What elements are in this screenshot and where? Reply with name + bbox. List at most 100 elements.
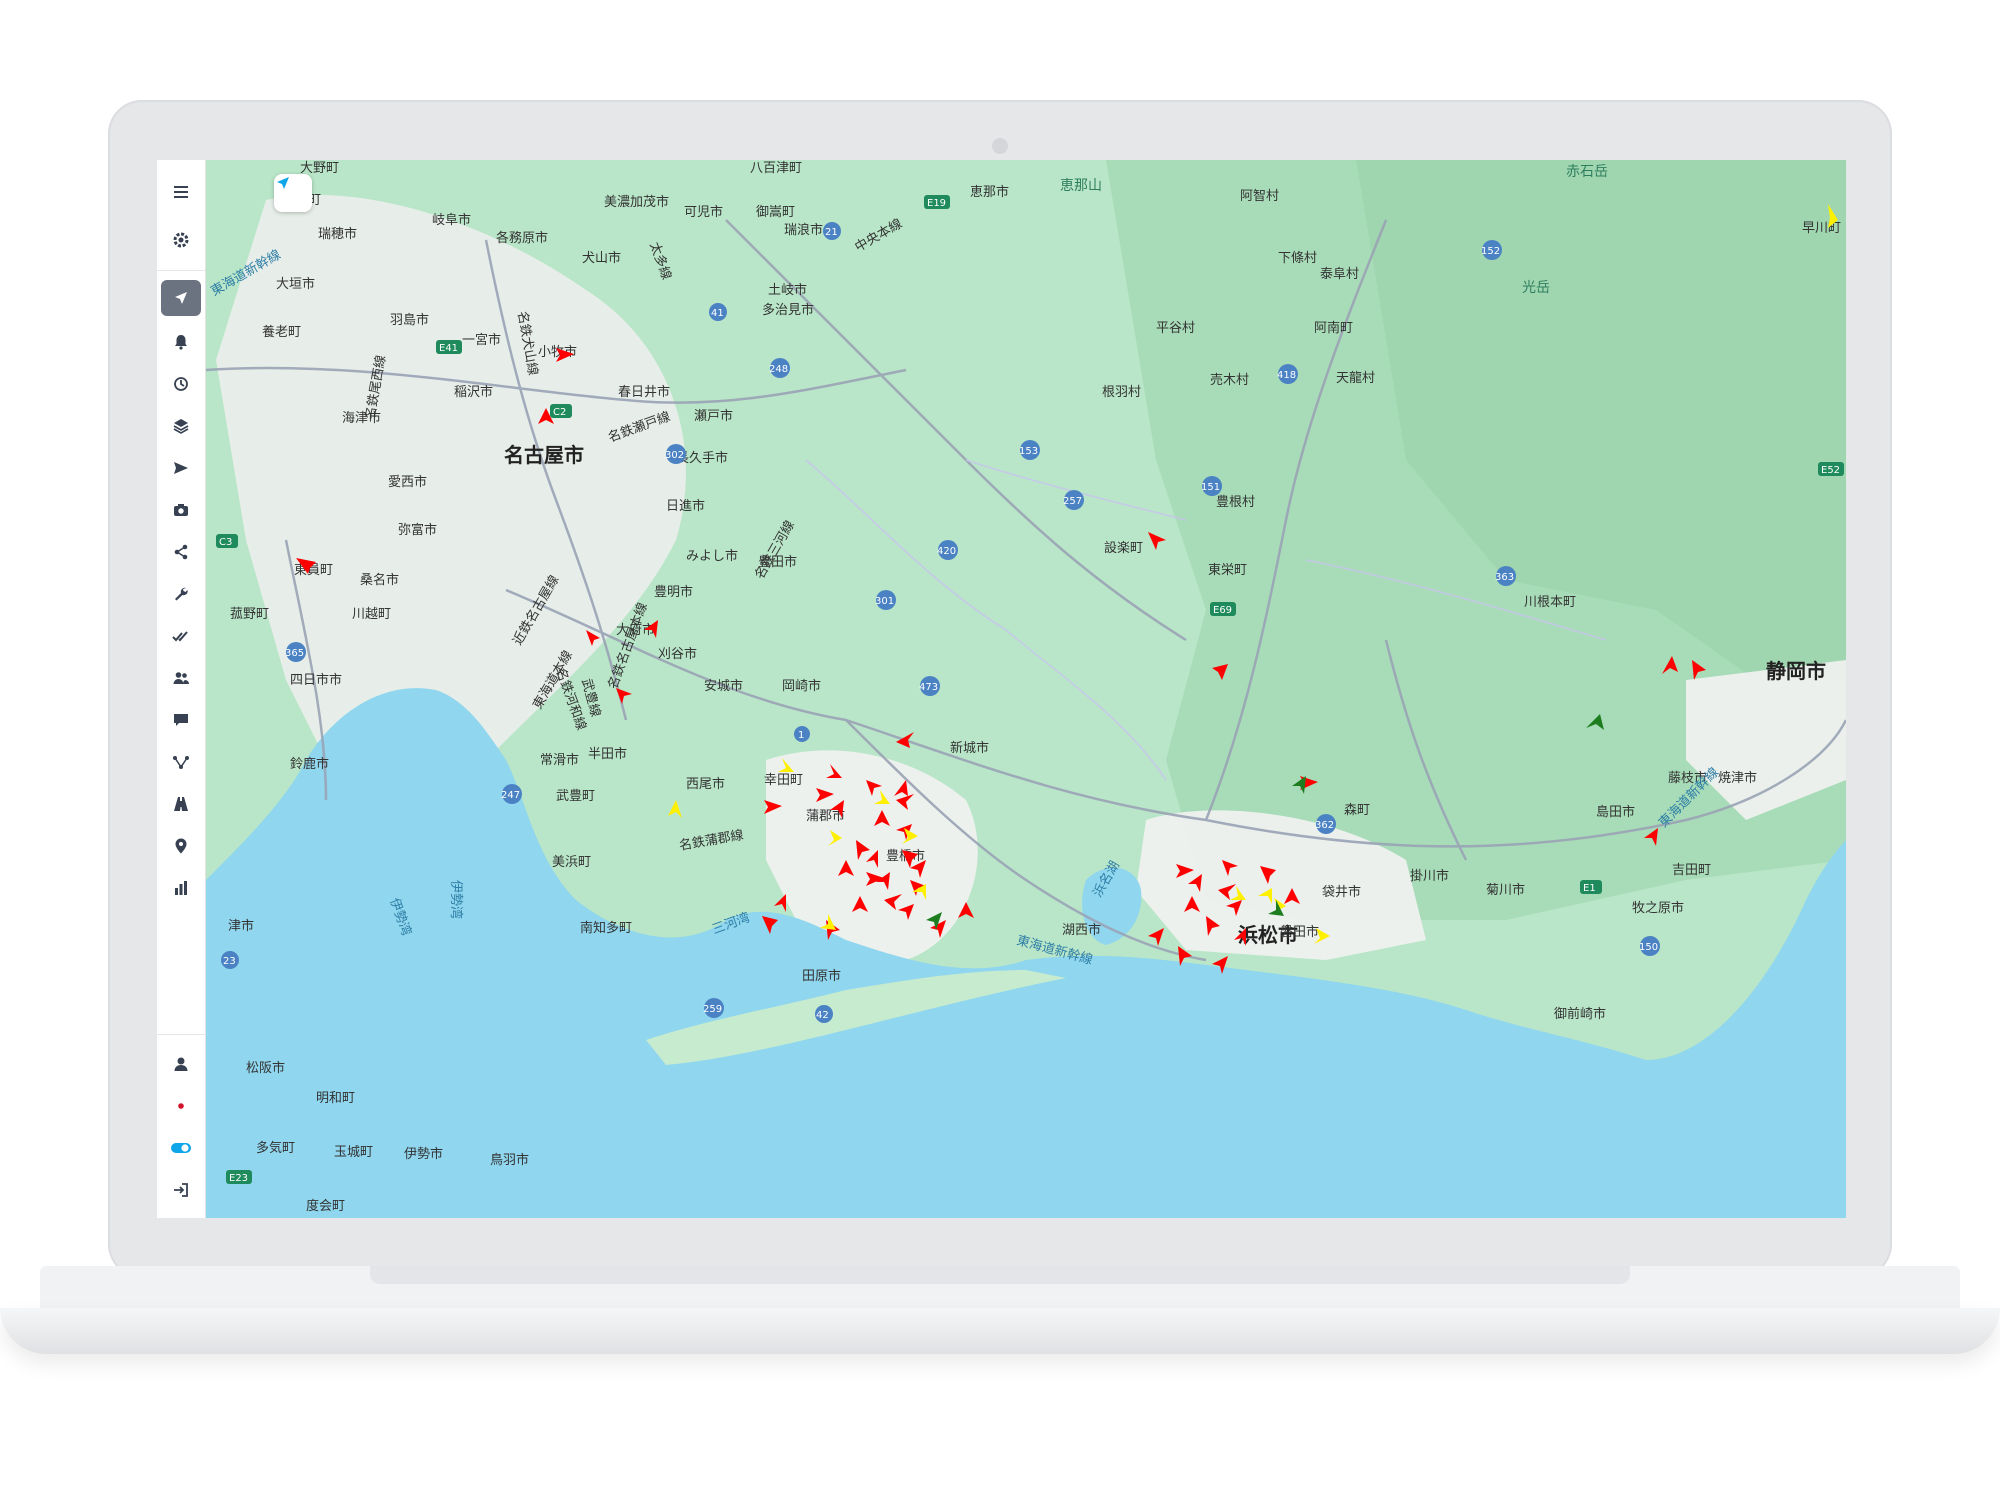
map-canvas[interactable]: 恵那山 赤石岳 光岳 名古屋市 岐阜市 豊田市 岡崎市 浜松市 静岡市 大垣市 … xyxy=(206,160,1846,1218)
svg-text:42: 42 xyxy=(816,1010,829,1021)
svg-text:153: 153 xyxy=(1019,446,1038,457)
svg-text:41: 41 xyxy=(711,308,724,319)
map-label-nagoya: 名古屋市 xyxy=(504,443,584,467)
toggle-icon[interactable] xyxy=(161,1130,201,1166)
map-label-suzuka: 鈴鹿市 xyxy=(290,756,329,772)
map-label-minamichita: 南知多町 xyxy=(580,920,632,936)
map-label-yaotsu: 八百津町 xyxy=(750,161,802,176)
map-label-kakamigahara: 各務原市 xyxy=(496,230,548,246)
map-label-iwata: 磐田市 xyxy=(1280,924,1319,940)
map-label-mihama: 美浜町 xyxy=(552,855,591,870)
svg-text:420: 420 xyxy=(937,546,956,557)
laptop-notch xyxy=(370,1266,1630,1284)
map-label-ise: 伊勢市 xyxy=(404,1146,443,1162)
layers-icon[interactable] xyxy=(161,408,201,444)
flag-jp-icon[interactable] xyxy=(161,1088,201,1124)
map-label-kawanehon: 川根本町 xyxy=(1524,595,1576,610)
menu-icon[interactable] xyxy=(161,174,201,210)
map-label-kikugawa: 菊川市 xyxy=(1486,882,1525,898)
map-label-akaishi: 赤石岳 xyxy=(1566,164,1608,180)
svg-text:301: 301 xyxy=(875,596,894,607)
user-icon[interactable] xyxy=(161,1046,201,1082)
chat-icon[interactable] xyxy=(161,702,201,738)
settings-icon[interactable] xyxy=(161,222,201,258)
map-label-achi: 阿智村 xyxy=(1240,189,1279,204)
map-label-matsusaka: 松阪市 xyxy=(246,1060,285,1076)
map-label-ise-bay-2: 伊勢湾 xyxy=(448,880,464,919)
map-view[interactable]: 恵那山 赤石岳 光岳 名古屋市 岐阜市 豊田市 岡崎市 浜松市 静岡市 大垣市 … xyxy=(206,160,1846,1218)
svg-text:257: 257 xyxy=(1063,496,1082,507)
map-label-handa: 半田市 xyxy=(588,746,627,762)
svg-text:365: 365 xyxy=(285,648,304,659)
map-label-tamaki: 玉城町 xyxy=(334,1145,373,1160)
camera-icon[interactable] xyxy=(161,492,201,528)
map-label-toba: 鳥羽市 xyxy=(490,1152,529,1168)
svg-text:152: 152 xyxy=(1481,246,1500,257)
svg-text:C2: C2 xyxy=(553,407,566,418)
map-label-yasuoka: 泰阜村 xyxy=(1320,266,1359,282)
svg-text:E23: E23 xyxy=(229,1173,248,1184)
locate-button[interactable] xyxy=(274,174,312,212)
map-label-ichinomiya: 一宮市 xyxy=(462,332,501,348)
map-label-okazaki: 岡崎市 xyxy=(782,678,821,694)
users-icon[interactable] xyxy=(161,660,201,696)
map-label-yokkaichi: 四日市市 xyxy=(290,672,342,688)
double-check-icon[interactable] xyxy=(161,618,201,654)
bell-icon[interactable] xyxy=(161,324,201,360)
map-label-mori: 森町 xyxy=(1344,803,1370,818)
logout-icon[interactable] xyxy=(161,1172,201,1208)
map-label-taki: 多気町 xyxy=(256,1140,295,1156)
map-label-kasugai: 春日井市 xyxy=(618,384,670,400)
map-label-komaki: 小牧市 xyxy=(538,344,577,360)
app-screen: 恵那山 赤石岳 光岳 名古屋市 岐阜市 豊田市 岡崎市 浜松市 静岡市 大垣市 … xyxy=(157,160,1846,1218)
svg-text:150: 150 xyxy=(1639,942,1658,953)
map-label-anjo: 安城市 xyxy=(704,678,743,694)
map-label-makinohara: 牧之原市 xyxy=(1632,900,1684,916)
map-label-tenryu: 天龍村 xyxy=(1336,370,1375,386)
map-label-aisai: 愛西市 xyxy=(388,474,427,490)
svg-text:362: 362 xyxy=(1315,820,1334,831)
wrench-icon[interactable] xyxy=(161,576,201,612)
map-label-tahara: 田原市 xyxy=(802,968,841,984)
history-icon[interactable] xyxy=(161,366,201,402)
map-label-shinshiro: 新城市 xyxy=(950,740,989,756)
svg-text:E1: E1 xyxy=(1583,883,1596,894)
map-label-shimada: 島田市 xyxy=(1596,804,1635,820)
send-icon[interactable] xyxy=(161,450,201,486)
map-label-toyoake: 豊明市 xyxy=(654,584,693,600)
map-label-anan: 阿南町 xyxy=(1314,320,1353,336)
map-label-kawagoe: 川越町 xyxy=(352,607,391,622)
location-pin-icon[interactable] xyxy=(161,828,201,864)
road-icon[interactable] xyxy=(161,786,201,822)
map-label-inuyama: 犬山市 xyxy=(582,250,621,266)
map-label-taketoyo: 武豊町 xyxy=(556,789,595,804)
map-label-yoro: 養老町 xyxy=(262,324,301,340)
map-label-kani: 可児市 xyxy=(684,204,723,220)
svg-text:C3: C3 xyxy=(219,537,232,548)
share-icon[interactable] xyxy=(161,534,201,570)
svg-text:23: 23 xyxy=(223,956,236,967)
bar-chart-icon[interactable] xyxy=(161,870,201,906)
map-label-gifu: 岐阜市 xyxy=(432,212,471,228)
svg-text:418: 418 xyxy=(1277,370,1296,381)
map-label-yaizu: 焼津市 xyxy=(1718,770,1757,786)
map-label-inazawa: 稲沢市 xyxy=(454,384,493,400)
map-label-ogaki: 大垣市 xyxy=(276,276,315,292)
map-label-hiraya: 平谷村 xyxy=(1156,321,1195,336)
route-icon[interactable] xyxy=(161,744,201,780)
map-label-miyoshi: みよし市 xyxy=(686,548,738,564)
svg-text:1: 1 xyxy=(798,730,804,741)
map-label-yatomi: 弥富市 xyxy=(398,522,437,538)
svg-text:E69: E69 xyxy=(1213,605,1232,616)
map-label-omaezaki: 御前崎市 xyxy=(1554,1006,1606,1022)
map-label-kosai: 湖西市 xyxy=(1062,922,1101,938)
map-label-tsu: 津市 xyxy=(228,918,254,934)
map-label-kariya: 刈谷市 xyxy=(658,646,697,662)
map-label-mizuho: 瑞穂市 xyxy=(318,226,357,242)
svg-text:151: 151 xyxy=(1201,482,1220,493)
map-label-toki: 土岐市 xyxy=(768,282,807,298)
map-label-shimojo: 下條村 xyxy=(1278,251,1317,266)
svg-text:248: 248 xyxy=(769,364,788,375)
navigation-icon[interactable] xyxy=(161,280,201,316)
map-label-fukuroi: 袋井市 xyxy=(1322,884,1361,900)
